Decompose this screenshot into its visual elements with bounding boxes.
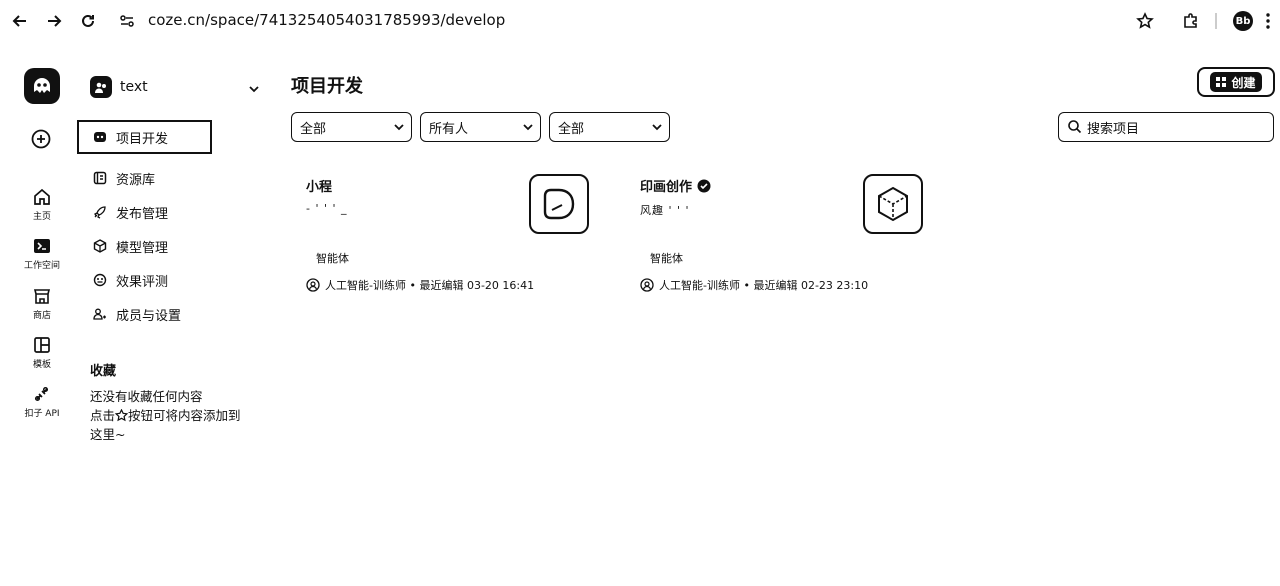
address-bar[interactable]: coze.cn/space/7413254054031785993/develo…: [148, 11, 505, 29]
filter-value: 所有人: [429, 121, 469, 137]
menu-label: 资源库: [116, 172, 156, 188]
card-description: - ' ' ' _: [306, 202, 348, 215]
rail-label: 扣子 API: [24, 409, 60, 419]
favorites-empty-line: 还没有收藏任何内容: [90, 389, 203, 404]
search-icon: [1067, 119, 1082, 138]
menu-label: 成员与设置: [116, 308, 182, 324]
profile-avatar[interactable]: Bb: [1233, 11, 1253, 31]
card-name: 印画创作: [640, 180, 693, 195]
menu-label: 效果评测: [116, 274, 169, 290]
favorites-empty-rest: 按钮可将内容添加到: [128, 408, 241, 423]
browser-toolbar: coze.cn/space/7413254054031785993/develo…: [0, 0, 1280, 42]
search-input[interactable]: 搜索项目: [1058, 112, 1274, 142]
chevron-down-icon: [522, 121, 534, 137]
store-icon: [33, 289, 51, 304]
chevron-down-icon: [393, 121, 405, 137]
rail-label: 主页: [32, 212, 51, 222]
forward-icon[interactable]: [43, 10, 65, 32]
workspace-sidebar: text 项目开发 资源库 发布管理 模型管理 效果评测 成员与设置 收藏 还没…: [77, 60, 268, 586]
favorites-empty-line: 这里~: [90, 427, 126, 442]
bookmark-star-icon[interactable]: [1134, 10, 1156, 32]
create-label: 创建: [1231, 75, 1256, 90]
rail-label: 工作空间: [23, 261, 60, 271]
project-card[interactable]: 小程 - ' ' ' _ 智能体 人工智能-训练师 • 最近编辑 03-20 1…: [306, 170, 606, 300]
members-icon: [92, 306, 108, 322]
star-icon: [114, 408, 129, 422]
card-thumbnail: [863, 174, 923, 234]
site-info-icon[interactable]: [118, 12, 136, 30]
verified-icon: [697, 179, 711, 192]
creator-avatar-icon: [306, 278, 320, 292]
filter-owner-select[interactable]: 所有人: [420, 112, 541, 142]
menu-label: 模型管理: [116, 240, 169, 256]
project-icon: [92, 129, 108, 145]
grid-icon: [1216, 77, 1227, 87]
back-icon[interactable]: [9, 10, 31, 32]
rail-item-store[interactable]: 商店: [14, 287, 70, 321]
rail-item-workspace[interactable]: 工作空间: [14, 237, 70, 271]
card-meta: 人工智能-训练师 • 最近编辑 02-23 23:10: [640, 277, 868, 293]
card-meta: 人工智能-训练师 • 最近编辑 03-20 16:41: [306, 277, 534, 293]
card-meta-text: 人工智能-训练师 • 最近编辑 02-23 23:10: [659, 279, 869, 292]
favorites-empty-line: 点击 按钮可将内容添加到: [90, 406, 260, 425]
page-title: 项目开发: [291, 76, 363, 97]
filter-value: 全部: [558, 121, 585, 137]
rail-item-template[interactable]: 模板: [14, 336, 70, 370]
team-selector[interactable]: text: [90, 74, 260, 100]
create-button-inner: 创建: [1210, 72, 1262, 92]
menu-item-members[interactable]: 成员与设置: [88, 300, 254, 328]
coze-logo[interactable]: [24, 68, 60, 104]
template-icon: [34, 337, 50, 353]
menu-item-project-dev[interactable]: 项目开发: [77, 120, 212, 154]
create-button[interactable]: 创建: [1197, 67, 1275, 97]
evaluation-icon: [92, 272, 108, 288]
browser-menu-icon[interactable]: [1257, 10, 1279, 32]
card-thumbnail: [529, 174, 589, 234]
menu-label: 项目开发: [116, 131, 169, 147]
menu-item-evaluation[interactable]: 效果评测: [88, 266, 254, 294]
creator-avatar-icon: [640, 278, 654, 292]
menu-label: 发布管理: [116, 206, 169, 222]
toolbar-divider: [1215, 13, 1217, 29]
filter-value: 全部: [300, 121, 327, 137]
home-icon: [34, 188, 50, 205]
filter-status-select[interactable]: 全部: [549, 112, 670, 142]
card-meta-text: 人工智能-训练师 • 最近编辑 03-20 16:41: [325, 279, 535, 292]
favorites-empty-click: 点击: [90, 408, 116, 423]
filter-type-select[interactable]: 全部: [291, 112, 412, 142]
chevron-down-icon: [248, 80, 260, 99]
card-name-row: 印画创作: [640, 176, 711, 195]
rocket-icon: [92, 204, 108, 220]
favorites-title: 收藏: [90, 364, 117, 379]
menu-item-library[interactable]: 资源库: [88, 164, 254, 192]
cube-avatar-icon: [878, 186, 908, 222]
model-icon: [92, 238, 108, 254]
rail-label: 商店: [32, 311, 51, 321]
card-description: 风趣 ' ' ': [640, 204, 690, 217]
menu-item-models[interactable]: 模型管理: [88, 232, 254, 260]
card-type-badge: 智能体: [316, 252, 349, 265]
menu-item-publish[interactable]: 发布管理: [88, 198, 254, 226]
team-avatar: [90, 76, 112, 98]
agent-avatar-icon: [543, 188, 575, 220]
chevron-down-icon: [651, 121, 663, 137]
reload-icon[interactable]: [77, 10, 99, 32]
project-card[interactable]: 印画创作 风趣 ' ' ' 智能体 人工智能-训练师 • 最近编辑 02-23 …: [640, 170, 940, 300]
favorites-empty-text: 还没有收藏任何内容 点击 按钮可将内容添加到 这里~: [90, 387, 260, 444]
add-icon[interactable]: [30, 128, 52, 150]
search-placeholder: 搜索项目: [1087, 121, 1140, 137]
card-name: 小程: [306, 180, 333, 195]
extensions-icon[interactable]: [1180, 10, 1202, 32]
rail-item-api[interactable]: 扣子 API: [14, 385, 70, 419]
left-rail: 主页 工作空间 商店 模板 扣子 API: [0, 60, 84, 586]
card-type-badge: 智能体: [650, 252, 683, 265]
rail-item-home[interactable]: 主页: [14, 188, 70, 222]
workspace-icon: [34, 239, 50, 253]
api-icon: [34, 386, 49, 402]
team-name: text: [120, 79, 148, 95]
rail-label: 模板: [32, 360, 51, 370]
library-icon: [92, 170, 108, 186]
